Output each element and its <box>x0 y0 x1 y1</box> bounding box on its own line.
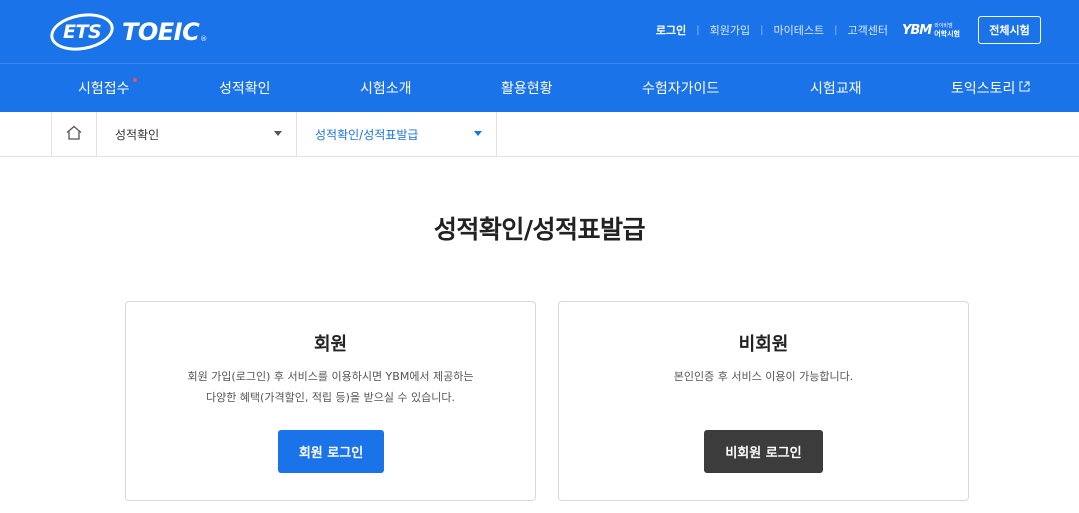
chevron-down-icon <box>474 131 482 136</box>
guest-login-button[interactable]: 비회원 로그인 <box>704 430 823 473</box>
ybm-logo-mark: YBM <box>901 22 932 38</box>
nav-item-usage[interactable]: 활용현황 <box>501 64 553 112</box>
page-title: 성적확인/성적표발급 <box>433 215 646 244</box>
ets-logo-text: ETS <box>62 21 102 43</box>
nav-item-about[interactable]: 시험소개 <box>360 64 412 112</box>
login-link[interactable]: 로그인 <box>656 22 686 38</box>
home-icon <box>66 125 82 144</box>
util-separator: | <box>834 24 838 36</box>
nav-item-label: 토익스토리 <box>951 81 1016 97</box>
ybm-logo-sub: 와이비엠 어학시험 <box>934 22 960 38</box>
nav-item-label: 수험자가이드 <box>642 81 720 97</box>
member-card: 회원 회원 가입(로그인) 후 서비스를 이용하시면 YBM에서 제공하는 다양… <box>125 301 536 501</box>
new-badge-dot <box>133 78 137 82</box>
nav-item-label: 시험소개 <box>360 81 412 97</box>
guest-card-description: 본인인증 후 서비스 이용이 가능합니다. <box>559 366 968 387</box>
signup-link[interactable]: 회원가입 <box>710 22 750 38</box>
util-separator: | <box>696 24 700 36</box>
member-desc-line1: 회원 가입(로그인) 후 서비스를 이용하시면 YBM에서 제공하는 <box>187 370 474 383</box>
member-card-title: 회원 <box>313 334 348 355</box>
mytest-link[interactable]: 마이테스트 <box>774 22 825 38</box>
category-select[interactable]: 성적확인 <box>97 112 297 157</box>
subcategory-select[interactable]: 성적확인/성적표발급 <box>297 112 497 157</box>
category-select-value: 성적확인 <box>115 128 160 142</box>
home-button[interactable] <box>51 112 97 157</box>
registered-mark: ® <box>200 35 208 43</box>
ybm-logo[interactable]: YBM 와이비엠 어학시험 <box>901 22 960 39</box>
utility-nav: 로그인 | 회원가입 | 마이테스트 | 고객센터 YBM 와이비엠 어학시험 … <box>656 16 1041 44</box>
ybm-sub2: 어학시험 <box>934 30 960 38</box>
toeic-logo-text: TOEIC <box>122 18 200 46</box>
util-separator: | <box>760 24 764 36</box>
nav-item-guide[interactable]: 수험자가이드 <box>642 64 719 112</box>
nav-item-registration[interactable]: 시험접수 <box>78 64 130 112</box>
main-nav: 시험접수 성적확인 시험소개 활용현황 수험자가이드 시험교재 토익스토리 <box>0 63 1079 112</box>
guest-desc-line1: 본인인증 후 서비스 이용이 가능합니다. <box>673 370 854 383</box>
member-desc-line2: 다양한 혜택(가격할인, 적립 등)을 받으실 수 있습니다. <box>205 391 456 404</box>
external-link-icon <box>1019 81 1030 95</box>
ets-logo-mark: ETS <box>47 8 117 56</box>
all-exams-button[interactable]: 전체시험 <box>978 16 1041 44</box>
guest-card-title: 비회원 <box>738 334 789 355</box>
member-card-description: 회원 가입(로그인) 후 서비스를 이용하시면 YBM에서 제공하는 다양한 혜… <box>126 366 535 408</box>
nav-item-label: 활용현황 <box>501 81 553 97</box>
nav-item-label: 성적확인 <box>219 81 271 97</box>
nav-item-story[interactable]: 토익스토리 <box>951 64 1030 112</box>
nav-item-books[interactable]: 시험교재 <box>810 64 862 112</box>
nav-item-label: 시험접수 <box>78 81 130 97</box>
breadcrumb: 성적확인 성적확인/성적표발급 <box>0 112 1079 157</box>
subcategory-select-value: 성적확인/성적표발급 <box>315 128 419 142</box>
nav-item-label: 시험교재 <box>810 81 862 97</box>
guest-card: 비회원 본인인증 후 서비스 이용이 가능합니다. 비회원 로그인 <box>558 301 969 501</box>
ets-toeic-logo[interactable]: ETS TOEIC ® <box>47 8 208 56</box>
ybm-sub1: 와이비엠 <box>934 23 953 29</box>
customer-center-link[interactable]: 고객센터 <box>847 22 887 38</box>
top-header: ETS TOEIC ® 로그인 | 회원가입 | 마이테스트 | 고객센터 YB… <box>0 0 1079 63</box>
nav-item-score[interactable]: 성적확인 <box>219 64 271 112</box>
chevron-down-icon <box>274 131 282 136</box>
member-login-button[interactable]: 회원 로그인 <box>278 430 384 473</box>
